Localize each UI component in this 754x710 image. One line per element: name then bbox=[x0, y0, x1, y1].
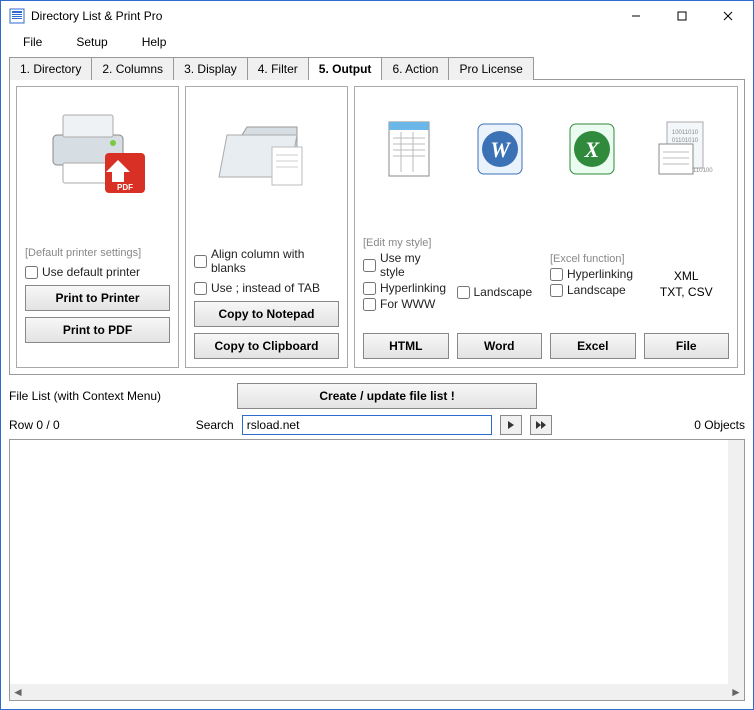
horizontal-scrollbar[interactable]: ◄ ► bbox=[10, 684, 744, 700]
menu-bar: File Setup Help bbox=[1, 31, 753, 57]
tab-filter[interactable]: 4. Filter bbox=[247, 57, 309, 80]
xml-label: XML bbox=[644, 269, 730, 283]
copy-to-clipboard-button[interactable]: Copy to Clipboard bbox=[194, 333, 339, 359]
search-label: Search bbox=[196, 418, 234, 432]
tab-pro-license[interactable]: Pro License bbox=[448, 57, 533, 80]
export-html-button[interactable]: HTML bbox=[363, 333, 449, 359]
svg-text:01101010: 01101010 bbox=[672, 138, 699, 144]
app-icon bbox=[9, 8, 25, 24]
svg-text:10011010: 10011010 bbox=[672, 130, 699, 136]
copy-to-notepad-button[interactable]: Copy to Notepad bbox=[194, 301, 339, 327]
align-blanks-checkbox[interactable]: Align column with blanks bbox=[194, 247, 339, 275]
use-default-printer-checkbox[interactable]: Use default printer bbox=[25, 265, 170, 279]
print-to-pdf-button[interactable]: Print to PDF bbox=[25, 317, 170, 343]
maximize-button[interactable] bbox=[659, 1, 705, 31]
minimize-button[interactable] bbox=[613, 1, 659, 31]
vertical-scrollbar[interactable] bbox=[728, 440, 744, 684]
semicolon-checkbox[interactable]: Use ; instead of TAB bbox=[194, 281, 339, 295]
word-icon: W bbox=[470, 114, 530, 187]
edit-style-hint: [Edit my style] bbox=[363, 237, 449, 249]
txt-csv-label: TXT, CSV bbox=[644, 285, 730, 299]
tab-output[interactable]: 5. Output bbox=[308, 57, 383, 80]
search-last-button[interactable] bbox=[530, 415, 552, 435]
file-list-header: File List (with Context Menu) bbox=[9, 389, 161, 403]
export-word-button[interactable]: Word bbox=[457, 333, 543, 359]
html-icon bbox=[379, 114, 439, 187]
scroll-left-arrow-icon[interactable]: ◄ bbox=[10, 684, 26, 700]
default-printer-hint: [Default printer settings] bbox=[25, 247, 170, 259]
window-title: Directory List & Print Pro bbox=[31, 9, 613, 23]
row-counter: Row 0 / 0 bbox=[9, 418, 60, 432]
folder-notepad-icon bbox=[194, 95, 339, 205]
menu-help[interactable]: Help bbox=[126, 33, 183, 51]
excel-landscape-checkbox[interactable]: Landscape bbox=[550, 283, 636, 297]
tab-columns[interactable]: 2. Columns bbox=[91, 57, 174, 80]
panel-export: W X 10011010 01101010 1101001 [Edit my sty… bbox=[354, 86, 738, 368]
printer-pdf-icon: PDF bbox=[25, 95, 170, 205]
print-to-printer-button[interactable]: Print to Printer bbox=[25, 285, 170, 311]
search-next-button[interactable] bbox=[500, 415, 522, 435]
panel-copy: Align column with blanks Use ; instead o… bbox=[185, 86, 348, 368]
menu-file[interactable]: File bbox=[7, 33, 58, 51]
objects-counter: 0 Objects bbox=[694, 418, 745, 432]
scroll-right-arrow-icon[interactable]: ► bbox=[728, 684, 744, 700]
file-list-area[interactable]: ◄ ► bbox=[9, 439, 745, 701]
tab-directory[interactable]: 1. Directory bbox=[9, 57, 92, 80]
binary-file-icon: 10011010 01101010 1101001 bbox=[653, 114, 713, 187]
search-input[interactable] bbox=[242, 415, 492, 435]
tab-display[interactable]: 3. Display bbox=[173, 57, 248, 80]
svg-text:PDF: PDF bbox=[117, 183, 133, 192]
word-landscape-checkbox[interactable]: Landscape bbox=[457, 285, 543, 299]
create-update-list-button[interactable]: Create / update file list ! bbox=[237, 383, 537, 409]
svg-text:W: W bbox=[490, 137, 511, 162]
menu-setup[interactable]: Setup bbox=[60, 33, 123, 51]
tab-strip: 1. Directory 2. Columns 3. Display 4. Fi… bbox=[9, 57, 745, 80]
tab-action[interactable]: 6. Action bbox=[381, 57, 449, 80]
use-style-checkbox[interactable]: Use my style bbox=[363, 251, 449, 279]
panel-print: PDF [Default printer settings] Use defau… bbox=[16, 86, 179, 368]
excel-hyperlinking-checkbox[interactable]: Hyperlinking bbox=[550, 267, 636, 281]
close-button[interactable] bbox=[705, 1, 751, 31]
export-file-button[interactable]: File bbox=[644, 333, 730, 359]
html-hyperlinking-checkbox[interactable]: Hyperlinking bbox=[363, 281, 449, 295]
svg-text:1101001: 1101001 bbox=[693, 168, 713, 174]
excel-function-hint: [Excel function] bbox=[550, 253, 636, 265]
svg-text:X: X bbox=[583, 137, 600, 162]
for-www-checkbox[interactable]: For WWW bbox=[363, 297, 449, 311]
export-excel-button[interactable]: Excel bbox=[550, 333, 636, 359]
excel-icon: X bbox=[562, 114, 622, 187]
